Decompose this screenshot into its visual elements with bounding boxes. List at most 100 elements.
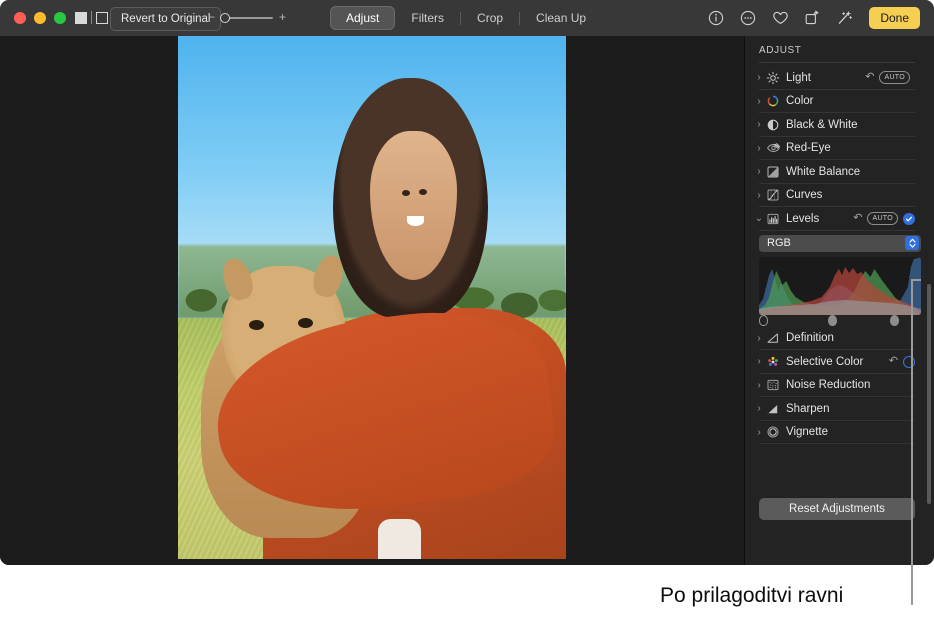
reset-adjustments-button[interactable]: Reset Adjustments: [759, 498, 915, 520]
zoom-slider-knob[interactable]: [220, 13, 230, 23]
disclosure-chevron-icon[interactable]: ›: [753, 427, 765, 438]
disclosure-chevron-icon[interactable]: ›: [753, 190, 765, 201]
levels-enabled-checkmark-icon[interactable]: [903, 213, 915, 225]
toggle-divider: [91, 11, 92, 24]
traffic-lights: [14, 12, 66, 24]
rotate-icon[interactable]: [803, 9, 821, 27]
editor-mode-tabs: Adjust Filters Crop Clean Up: [330, 6, 602, 30]
adjustment-label: Definition: [786, 332, 834, 344]
toolbar: Revert to Original − + Adjust Filters Cr…: [0, 0, 934, 37]
disclosure-chevron-icon[interactable]: ›: [753, 403, 765, 414]
photos-editor-window: Revert to Original − + Adjust Filters Cr…: [0, 0, 934, 565]
zoom-slider[interactable]: − +: [208, 12, 286, 24]
photo-dog-eye-right: [298, 318, 313, 328]
levels-handles: [759, 315, 921, 327]
callout-tick: [911, 279, 921, 281]
curves-icon: [765, 187, 781, 203]
adjustment-row-white-balance[interactable]: › White Balance: [745, 160, 934, 184]
callout-bracket: [903, 279, 921, 605]
levels-channel-value: RGB: [767, 237, 791, 249]
photo-eye-right: [419, 189, 427, 195]
edited-photo[interactable]: [178, 36, 566, 559]
disclosure-chevron-icon[interactable]: ›: [753, 356, 765, 367]
white-point-handle[interactable]: [890, 315, 899, 326]
auto-badge[interactable]: AUTO: [879, 71, 910, 84]
favorite-heart-icon[interactable]: [771, 9, 789, 27]
levels-icon: [765, 211, 781, 227]
zoom-in-icon[interactable]: +: [279, 11, 286, 23]
reset-icon[interactable]: ↶: [853, 213, 862, 224]
selective-color-icon: [765, 354, 781, 370]
view-mode-toggle[interactable]: [75, 11, 108, 24]
black-point-handle[interactable]: [759, 315, 768, 326]
noise-reduction-icon: [765, 377, 781, 393]
adjustment-row-color[interactable]: › Color: [745, 90, 934, 114]
vignette-icon: [765, 424, 781, 440]
disclosure-chevron-icon[interactable]: ›: [753, 72, 765, 83]
reset-icon[interactable]: ↶: [889, 356, 898, 367]
tab-adjust[interactable]: Adjust: [330, 6, 395, 30]
adjustment-label: Black & White: [786, 119, 858, 131]
adjustment-label: Red-Eye: [786, 142, 831, 154]
adjustment-label: Noise Reduction: [786, 379, 870, 391]
adjustment-label: Levels: [786, 213, 819, 225]
tab-clean-up[interactable]: Clean Up: [520, 6, 602, 30]
photo-canvas: [0, 36, 744, 565]
chevron-up-down-icon[interactable]: [905, 236, 919, 250]
tab-filters[interactable]: Filters: [395, 6, 460, 30]
disclosure-chevron-icon[interactable]: ›: [753, 119, 765, 130]
close-window-button[interactable]: [14, 12, 26, 24]
color-wheel-icon: [765, 93, 781, 109]
adjustment-row-light[interactable]: › Light ↶ AUTO: [745, 66, 934, 90]
done-button[interactable]: Done: [869, 7, 920, 29]
adjustment-label: Sharpen: [786, 403, 829, 415]
panel-title-divider: [759, 62, 915, 63]
adjustment-label: Vignette: [786, 426, 828, 438]
levels-histogram[interactable]: [759, 257, 921, 315]
adjustment-row-black-and-white[interactable]: › Black & White: [745, 113, 934, 137]
adjustment-label: Curves: [786, 189, 822, 201]
photo-smile: [407, 216, 424, 226]
disclosure-chevron-icon[interactable]: ›: [753, 166, 765, 177]
definition-icon: [765, 330, 781, 346]
toolbar-right-tools: Done: [707, 6, 920, 30]
photo-shirt-detail: [378, 519, 420, 559]
revert-to-original-button[interactable]: Revert to Original: [110, 7, 221, 31]
adjustment-label: White Balance: [786, 166, 860, 178]
adjustment-label: Selective Color: [786, 356, 863, 368]
disclosure-chevron-expanded-icon[interactable]: ⌄: [753, 213, 765, 224]
photo-dog-eye-left: [249, 320, 264, 330]
adjustment-row-curves[interactable]: › Curves: [745, 184, 934, 208]
tab-crop[interactable]: Crop: [461, 6, 519, 30]
single-view-icon[interactable]: [75, 12, 87, 24]
enhance-wand-icon[interactable]: [835, 9, 853, 27]
sun-icon: [765, 70, 781, 86]
white-balance-icon: [765, 164, 781, 180]
disclosure-chevron-icon[interactable]: ›: [753, 143, 765, 154]
minimize-window-button[interactable]: [34, 12, 46, 24]
reset-icon[interactable]: ↶: [865, 72, 874, 83]
disclosure-chevron-icon[interactable]: ›: [753, 96, 765, 107]
auto-badge[interactable]: AUTO: [867, 212, 898, 225]
disclosure-chevron-icon[interactable]: ›: [753, 333, 765, 344]
panel-scrollbar[interactable]: [927, 284, 931, 504]
half-circle-icon: [765, 117, 781, 133]
figure-caption: Po prilagoditvi ravni: [660, 584, 843, 608]
photo-eye-left: [402, 190, 410, 196]
more-options-icon[interactable]: [739, 9, 757, 27]
adjustment-row-red-eye[interactable]: › Red-Eye: [745, 137, 934, 161]
disclosure-chevron-icon[interactable]: ›: [753, 380, 765, 391]
callout-line: [911, 279, 913, 605]
zoom-out-icon[interactable]: −: [208, 11, 215, 23]
midpoint-handle[interactable]: [828, 315, 837, 326]
panel-title: ADJUST: [759, 45, 802, 56]
zoom-window-button[interactable]: [54, 12, 66, 24]
info-icon[interactable]: [707, 9, 725, 27]
adjustment-label: Light: [786, 72, 811, 84]
compare-view-icon[interactable]: [96, 12, 108, 24]
adjustment-row-levels[interactable]: ⌄ Levels: [745, 207, 934, 231]
sharpen-icon: [765, 401, 781, 417]
page-root: Revert to Original − + Adjust Filters Cr…: [0, 0, 934, 625]
adjustment-label: Color: [786, 95, 813, 107]
levels-channel-select[interactable]: RGB: [759, 235, 921, 252]
